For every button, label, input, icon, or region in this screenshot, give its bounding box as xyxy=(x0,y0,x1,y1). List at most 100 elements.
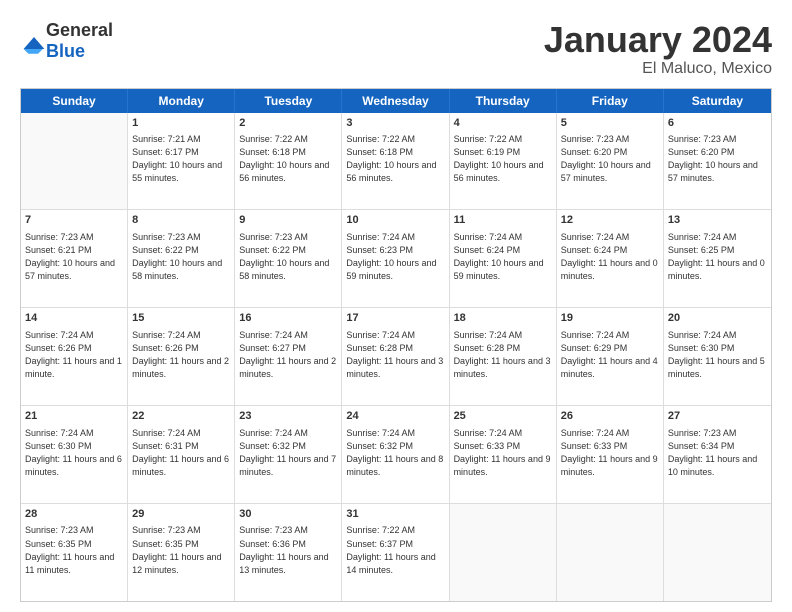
day-number: 7 xyxy=(25,213,123,228)
calendar-row-4: 21Sunrise: 7:24 AM Sunset: 6:30 PM Dayli… xyxy=(21,406,771,504)
day-number: 8 xyxy=(132,213,230,228)
empty-cell xyxy=(450,504,557,601)
day-cell-7: 7 Sunrise: 7:23 AM Sunset: 6:21 PM Daylig… xyxy=(21,210,128,307)
day-header-saturday: Saturday xyxy=(664,89,771,113)
day-cell-23: 23 Sunrise: 7:24 AM Sunset: 6:32 PM Dayli… xyxy=(235,406,342,503)
day-number: 2 xyxy=(239,116,337,131)
cell-info: Sunrise: 7:24 AM Sunset: 6:32 PM Dayligh… xyxy=(346,427,444,479)
cell-info: Sunrise: 7:24 AM Sunset: 6:25 PM Dayligh… xyxy=(668,231,767,283)
day-cell-26: 26 Sunrise: 7:24 AM Sunset: 6:33 PM Dayli… xyxy=(557,406,664,503)
cell-info: Sunrise: 7:22 AM Sunset: 6:37 PM Dayligh… xyxy=(346,524,444,576)
day-cell-31: 31 Sunrise: 7:22 AM Sunset: 6:37 PM Dayli… xyxy=(342,504,449,601)
day-cell-5: 5Sunrise: 7:23 AM Sunset: 6:20 PM Daylig… xyxy=(557,113,664,210)
cell-info: Sunrise: 7:21 AM Sunset: 6:17 PM Dayligh… xyxy=(132,133,230,185)
cell-info: Sunrise: 7:23 AM Sunset: 6:22 PM Dayligh… xyxy=(239,231,337,283)
day-cell-11: 11 Sunrise: 7:24 AM Sunset: 6:24 PM Dayli… xyxy=(450,210,557,307)
cell-info: Sunrise: 7:22 AM Sunset: 6:18 PM Dayligh… xyxy=(239,133,337,185)
cell-info: Sunrise: 7:22 AM Sunset: 6:18 PM Dayligh… xyxy=(346,133,444,185)
day-cell-30: 30 Sunrise: 7:23 AM Sunset: 6:36 PM Dayli… xyxy=(235,504,342,601)
day-cell-29: 29 Sunrise: 7:23 AM Sunset: 6:35 PM Dayli… xyxy=(128,504,235,601)
day-number: 25 xyxy=(454,409,552,424)
page: General Blue January 2024 El Maluco, Mex… xyxy=(0,0,792,612)
calendar-body: 1 Sunrise: 7:21 AM Sunset: 6:17 PM Daylig… xyxy=(21,113,771,601)
cell-info: Sunrise: 7:24 AM Sunset: 6:26 PM Dayligh… xyxy=(132,329,230,381)
calendar: SundayMondayTuesdayWednesdayThursdayFrid… xyxy=(20,88,772,602)
day-cell-19: 19Sunrise: 7:24 AM Sunset: 6:29 PM Dayli… xyxy=(557,308,664,405)
day-number: 12 xyxy=(561,213,659,228)
logo-blue-text: Blue xyxy=(46,41,85,61)
day-number: 24 xyxy=(346,409,444,424)
cell-info: Sunrise: 7:23 AM Sunset: 6:35 PM Dayligh… xyxy=(132,524,230,576)
cell-info: Sunrise: 7:24 AM Sunset: 6:23 PM Dayligh… xyxy=(346,231,444,283)
day-cell-21: 21Sunrise: 7:24 AM Sunset: 6:30 PM Dayli… xyxy=(21,406,128,503)
day-header-tuesday: Tuesday xyxy=(235,89,342,113)
calendar-row-5: 28Sunrise: 7:23 AM Sunset: 6:35 PM Dayli… xyxy=(21,504,771,601)
day-cell-25: 25Sunrise: 7:24 AM Sunset: 6:33 PM Dayli… xyxy=(450,406,557,503)
day-number: 31 xyxy=(346,507,444,522)
day-cell-13: 13 Sunrise: 7:24 AM Sunset: 6:25 PM Dayli… xyxy=(664,210,771,307)
day-cell-8: 8 Sunrise: 7:23 AM Sunset: 6:22 PM Daylig… xyxy=(128,210,235,307)
cell-info: Sunrise: 7:24 AM Sunset: 6:24 PM Dayligh… xyxy=(454,231,552,283)
day-cell-12: 12 Sunrise: 7:24 AM Sunset: 6:24 PM Dayli… xyxy=(557,210,664,307)
calendar-row-3: 14 Sunrise: 7:24 AM Sunset: 6:26 PM Dayli… xyxy=(21,308,771,406)
day-number: 26 xyxy=(561,409,659,424)
calendar-row-2: 7 Sunrise: 7:23 AM Sunset: 6:21 PM Daylig… xyxy=(21,210,771,308)
day-number: 3 xyxy=(346,116,444,131)
day-number: 4 xyxy=(454,116,552,131)
location: El Maluco, Mexico xyxy=(544,60,772,78)
month-title: January 2024 xyxy=(544,20,772,60)
cell-info: Sunrise: 7:23 AM Sunset: 6:20 PM Dayligh… xyxy=(561,133,659,185)
cell-info: Sunrise: 7:24 AM Sunset: 6:28 PM Dayligh… xyxy=(346,329,444,381)
day-number: 27 xyxy=(668,409,767,424)
cell-info: Sunrise: 7:22 AM Sunset: 6:19 PM Dayligh… xyxy=(454,133,552,185)
cell-info: Sunrise: 7:24 AM Sunset: 6:32 PM Dayligh… xyxy=(239,427,337,479)
cell-info: Sunrise: 7:24 AM Sunset: 6:29 PM Dayligh… xyxy=(561,329,659,381)
day-header-monday: Monday xyxy=(128,89,235,113)
day-cell-24: 24 Sunrise: 7:24 AM Sunset: 6:32 PM Dayli… xyxy=(342,406,449,503)
logo-icon xyxy=(22,33,46,57)
day-number: 9 xyxy=(239,213,337,228)
day-cell-18: 18Sunrise: 7:24 AM Sunset: 6:28 PM Dayli… xyxy=(450,308,557,405)
cell-info: Sunrise: 7:23 AM Sunset: 6:21 PM Dayligh… xyxy=(25,231,123,283)
day-cell-2: 2 Sunrise: 7:22 AM Sunset: 6:18 PM Daylig… xyxy=(235,113,342,210)
empty-cell xyxy=(557,504,664,601)
cell-info: Sunrise: 7:23 AM Sunset: 6:20 PM Dayligh… xyxy=(668,133,767,185)
cell-info: Sunrise: 7:23 AM Sunset: 6:22 PM Dayligh… xyxy=(132,231,230,283)
title-section: January 2024 El Maluco, Mexico xyxy=(544,20,772,78)
day-number: 14 xyxy=(25,311,123,326)
day-cell-28: 28Sunrise: 7:23 AM Sunset: 6:35 PM Dayli… xyxy=(21,504,128,601)
day-number: 23 xyxy=(239,409,337,424)
day-cell-6: 6Sunrise: 7:23 AM Sunset: 6:20 PM Daylig… xyxy=(664,113,771,210)
day-number: 13 xyxy=(668,213,767,228)
day-number: 30 xyxy=(239,507,337,522)
cell-info: Sunrise: 7:24 AM Sunset: 6:24 PM Dayligh… xyxy=(561,231,659,283)
cell-info: Sunrise: 7:24 AM Sunset: 6:27 PM Dayligh… xyxy=(239,329,337,381)
day-header-sunday: Sunday xyxy=(21,89,128,113)
day-number: 20 xyxy=(668,311,767,326)
cell-info: Sunrise: 7:23 AM Sunset: 6:34 PM Dayligh… xyxy=(668,427,767,479)
day-cell-20: 20 Sunrise: 7:24 AM Sunset: 6:30 PM Dayli… xyxy=(664,308,771,405)
cell-info: Sunrise: 7:23 AM Sunset: 6:35 PM Dayligh… xyxy=(25,524,123,576)
cell-info: Sunrise: 7:24 AM Sunset: 6:31 PM Dayligh… xyxy=(132,427,230,479)
day-number: 11 xyxy=(454,213,552,228)
day-number: 17 xyxy=(346,311,444,326)
cell-info: Sunrise: 7:24 AM Sunset: 6:28 PM Dayligh… xyxy=(454,329,552,381)
day-number: 10 xyxy=(346,213,444,228)
logo-general-text: General xyxy=(46,20,113,40)
cell-info: Sunrise: 7:24 AM Sunset: 6:33 PM Dayligh… xyxy=(561,427,659,479)
logo: General Blue xyxy=(20,20,113,62)
day-number: 16 xyxy=(239,311,337,326)
day-header-friday: Friday xyxy=(557,89,664,113)
day-header-wednesday: Wednesday xyxy=(342,89,449,113)
cell-info: Sunrise: 7:24 AM Sunset: 6:30 PM Dayligh… xyxy=(668,329,767,381)
cell-info: Sunrise: 7:23 AM Sunset: 6:36 PM Dayligh… xyxy=(239,524,337,576)
day-cell-22: 22 Sunrise: 7:24 AM Sunset: 6:31 PM Dayli… xyxy=(128,406,235,503)
day-number: 22 xyxy=(132,409,230,424)
empty-cell xyxy=(664,504,771,601)
day-number: 29 xyxy=(132,507,230,522)
cell-info: Sunrise: 7:24 AM Sunset: 6:26 PM Dayligh… xyxy=(25,329,123,381)
day-cell-15: 15Sunrise: 7:24 AM Sunset: 6:26 PM Dayli… xyxy=(128,308,235,405)
day-cell-4: 4 Sunrise: 7:22 AM Sunset: 6:19 PM Daylig… xyxy=(450,113,557,210)
day-cell-9: 9 Sunrise: 7:23 AM Sunset: 6:22 PM Daylig… xyxy=(235,210,342,307)
day-number: 1 xyxy=(132,116,230,131)
